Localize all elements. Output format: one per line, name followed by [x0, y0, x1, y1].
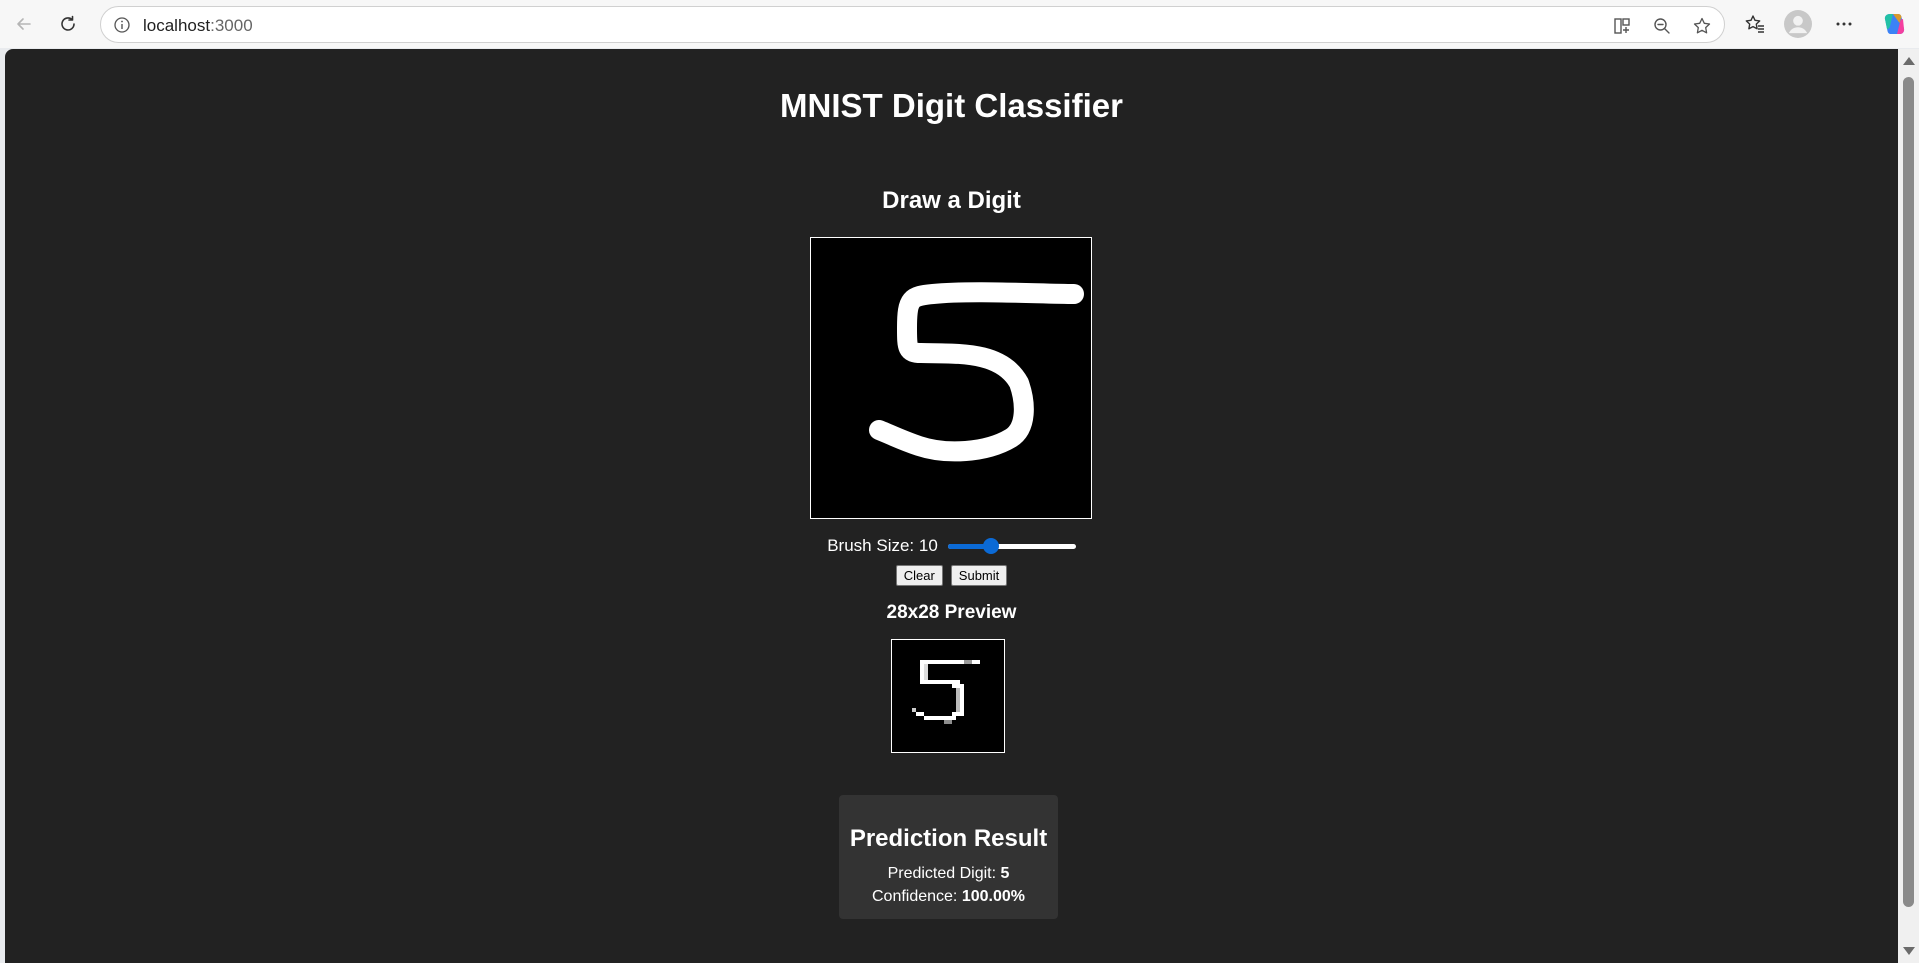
copilot-icon[interactable]: [1878, 8, 1910, 40]
back-icon[interactable]: [8, 8, 40, 40]
brush-size-slider[interactable]: [947, 538, 1076, 554]
url-port: :3000: [210, 16, 253, 35]
clear-button[interactable]: Clear: [895, 565, 943, 586]
drawing-canvas[interactable]: [810, 237, 1092, 519]
predicted-digit-line: Predicted Digit: 5: [839, 865, 1058, 883]
address-bar[interactable]: localhost:3000: [100, 6, 1725, 43]
favorites-icon[interactable]: [1739, 8, 1771, 40]
preview-digit-pixels: [912, 660, 980, 724]
refresh-icon[interactable]: [52, 8, 84, 40]
brush-size-control: Brush Size: 10: [5, 536, 1898, 556]
submit-button[interactable]: Submit: [950, 565, 1008, 586]
predicted-digit-value: 5: [1000, 865, 1010, 882]
page-title: MNIST Digit Classifier: [780, 87, 1123, 124]
profile-icon[interactable]: [1782, 8, 1814, 40]
canvas-actions: Clear Submit: [5, 565, 1898, 586]
scroll-down-arrow[interactable]: [1903, 947, 1915, 955]
confidence-value: 100.00%: [961, 888, 1025, 905]
page-viewport: MNIST Digit Classifier Draw a Digit Brus…: [5, 49, 1898, 963]
confidence-label: Confidence:: [871, 888, 962, 905]
favorite-star-icon[interactable]: [1690, 14, 1714, 38]
browser-toolbar: localhost:3000: [0, 0, 1919, 48]
split-screen-icon[interactable]: [1610, 14, 1634, 38]
draw-section-title: Draw a Digit: [882, 187, 1021, 214]
scroll-up-arrow[interactable]: [1903, 57, 1915, 65]
prediction-result-title: Prediction Result: [849, 825, 1048, 852]
url-host: localhost: [143, 16, 211, 35]
preview-canvas: [891, 639, 1005, 753]
prediction-result-card: Prediction Result Predicted Digit: 5 Con…: [839, 795, 1058, 919]
drawn-digit-stroke: [869, 282, 1084, 462]
url-text[interactable]: localhost:3000: [143, 16, 253, 36]
confidence-line: Confidence: 100.00%: [839, 888, 1058, 906]
preview-title: 28x28 Preview: [886, 602, 1017, 623]
vertical-scrollbar[interactable]: [1898, 49, 1919, 963]
zoom-out-icon[interactable]: [1650, 14, 1674, 38]
slider-thumb[interactable]: [982, 538, 999, 554]
scroll-thumb[interactable]: [1903, 77, 1914, 907]
info-icon[interactable]: [113, 16, 131, 34]
brush-size-label: Brush Size: 10: [827, 536, 938, 555]
predicted-digit-label: Predicted Digit:: [887, 865, 1001, 882]
more-icon[interactable]: [1828, 8, 1860, 40]
